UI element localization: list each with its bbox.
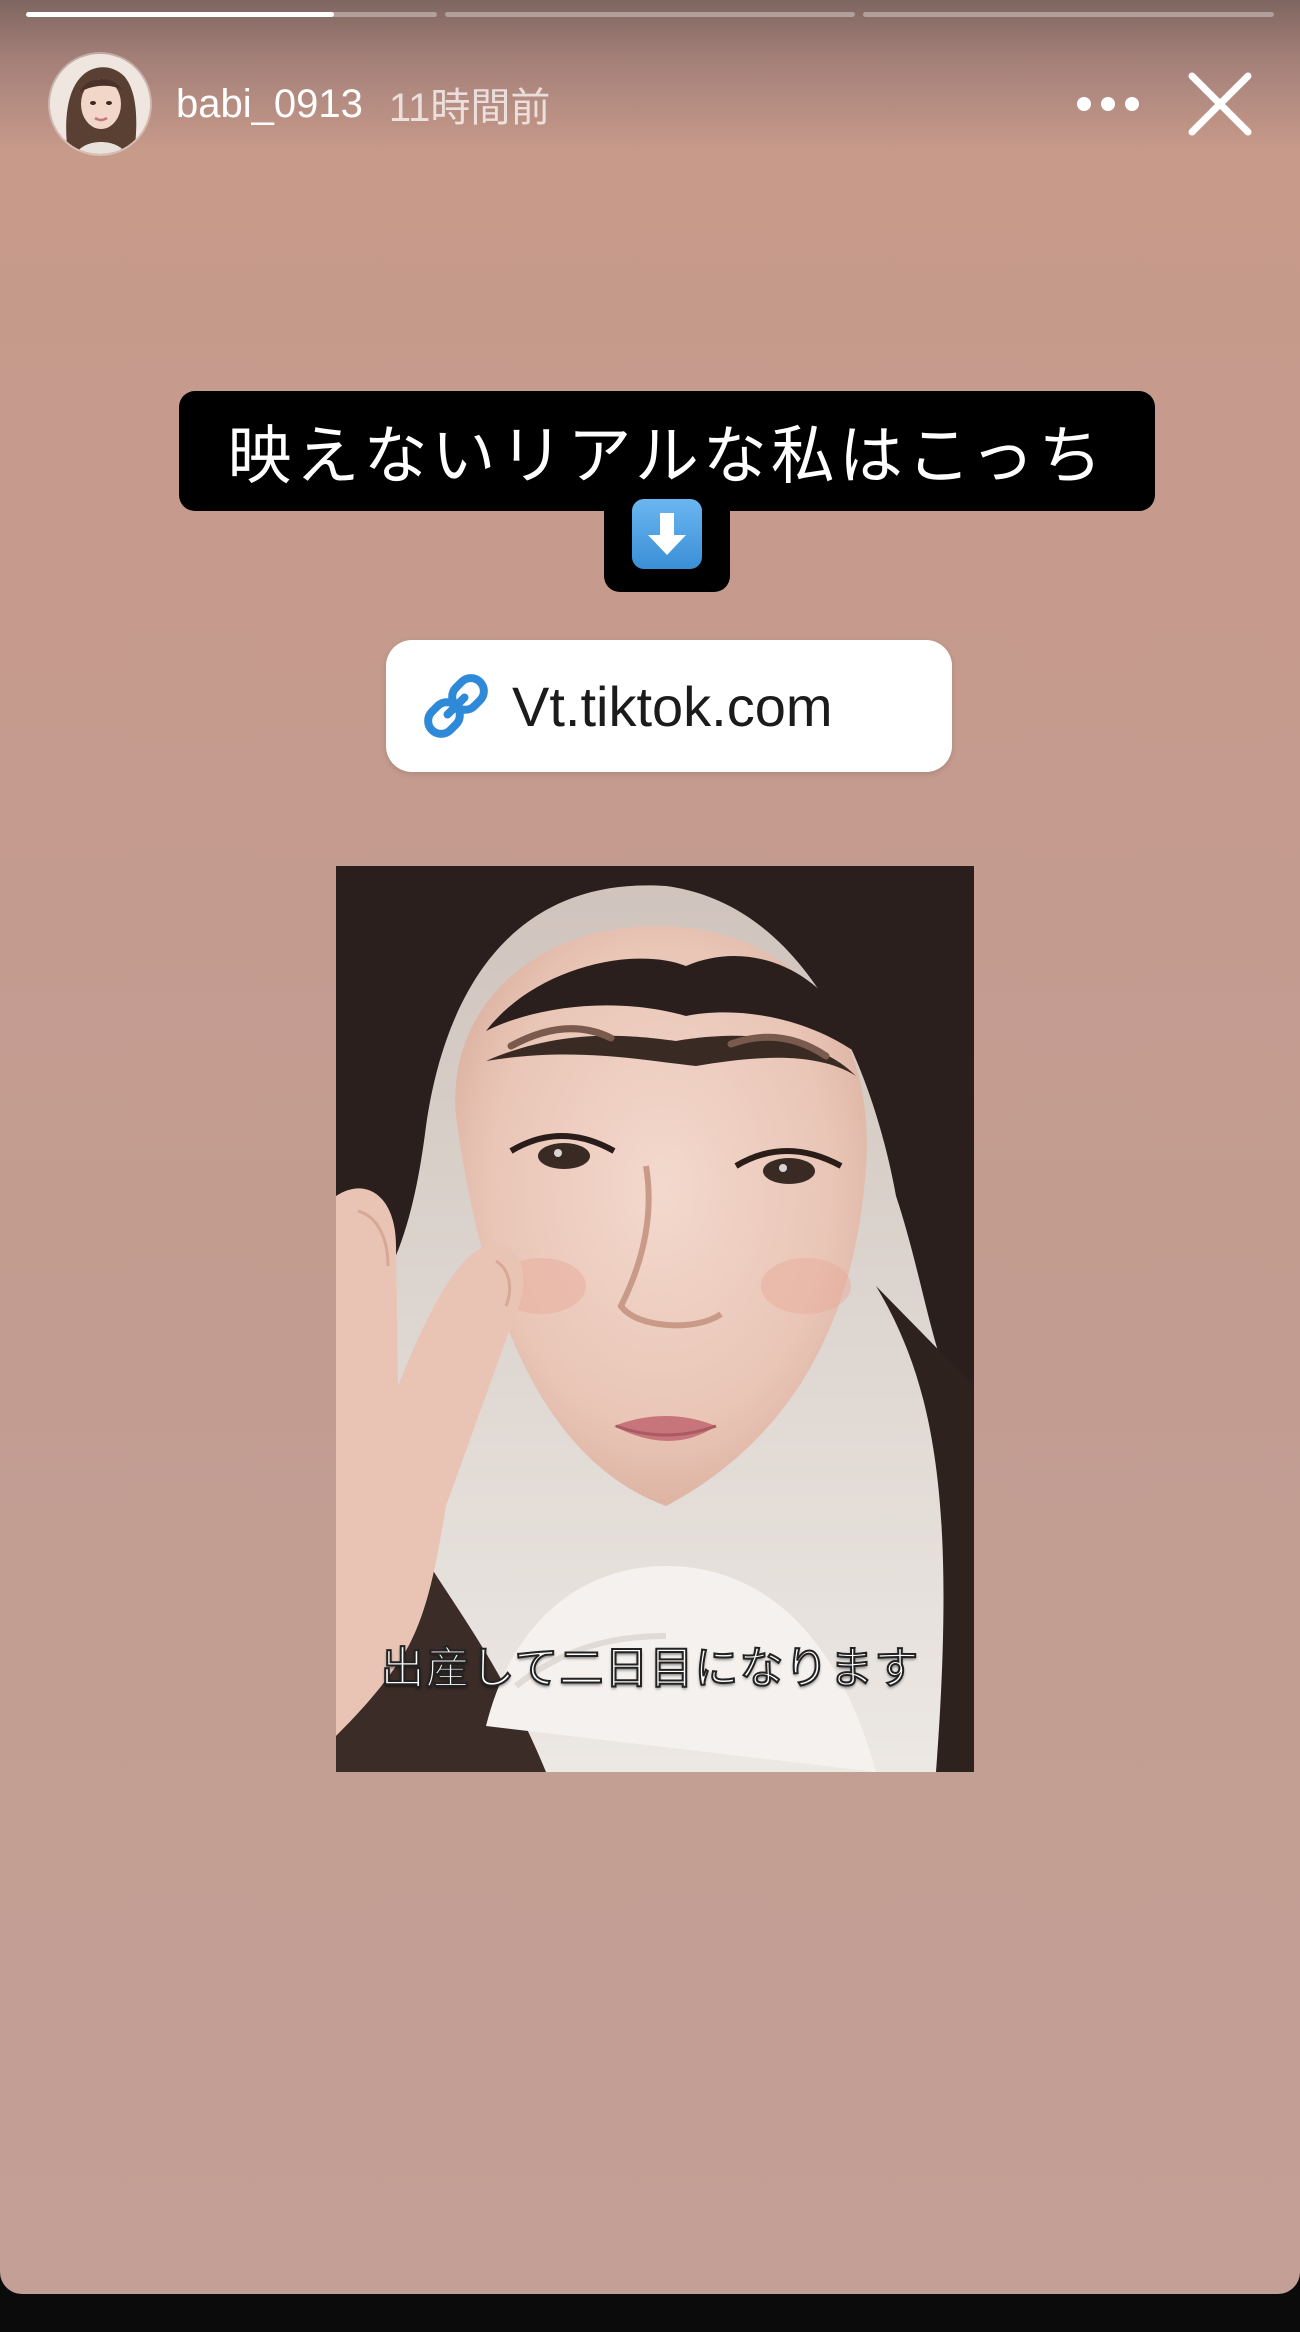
down-arrow-icon bbox=[648, 513, 686, 555]
post-timestamp: 11時間前 bbox=[388, 86, 551, 130]
username[interactable]: babi_0913 bbox=[176, 82, 363, 127]
progress-segment-2 bbox=[444, 12, 856, 17]
bottom-bar bbox=[0, 2294, 1300, 2332]
caption-sticker: 映えないリアルな私はこっち bbox=[179, 391, 1155, 511]
caption-emoji-line bbox=[604, 497, 730, 592]
more-horizontal-icon bbox=[1077, 97, 1139, 111]
avatar[interactable] bbox=[50, 54, 150, 154]
caption-text: 映えないリアルな私はこっち bbox=[227, 420, 1107, 494]
more-options-button[interactable] bbox=[1066, 72, 1150, 136]
avatar-image bbox=[50, 54, 150, 154]
story-progress-bar bbox=[26, 12, 1275, 17]
close-icon bbox=[1188, 72, 1252, 136]
down-arrow-emoji bbox=[632, 499, 702, 569]
link-sticker-text[interactable]: Vt.tiktok.com bbox=[512, 674, 833, 739]
video-subtitle: 出産して二日目になります bbox=[380, 1642, 920, 1695]
progress-fill-1 bbox=[26, 12, 334, 17]
progress-segment-3 bbox=[863, 12, 1275, 17]
close-button[interactable] bbox=[1180, 64, 1260, 144]
story-view[interactable]: babi_0913 11時間前 映えないリアルな私はこっち Vt.tiktok.… bbox=[0, 0, 1300, 2294]
link-icon bbox=[424, 674, 488, 738]
progress-segment-1 bbox=[26, 12, 437, 17]
link-sticker[interactable]: Vt.tiktok.com bbox=[386, 640, 952, 772]
story-header: babi_0913 11時間前 bbox=[50, 52, 1260, 156]
